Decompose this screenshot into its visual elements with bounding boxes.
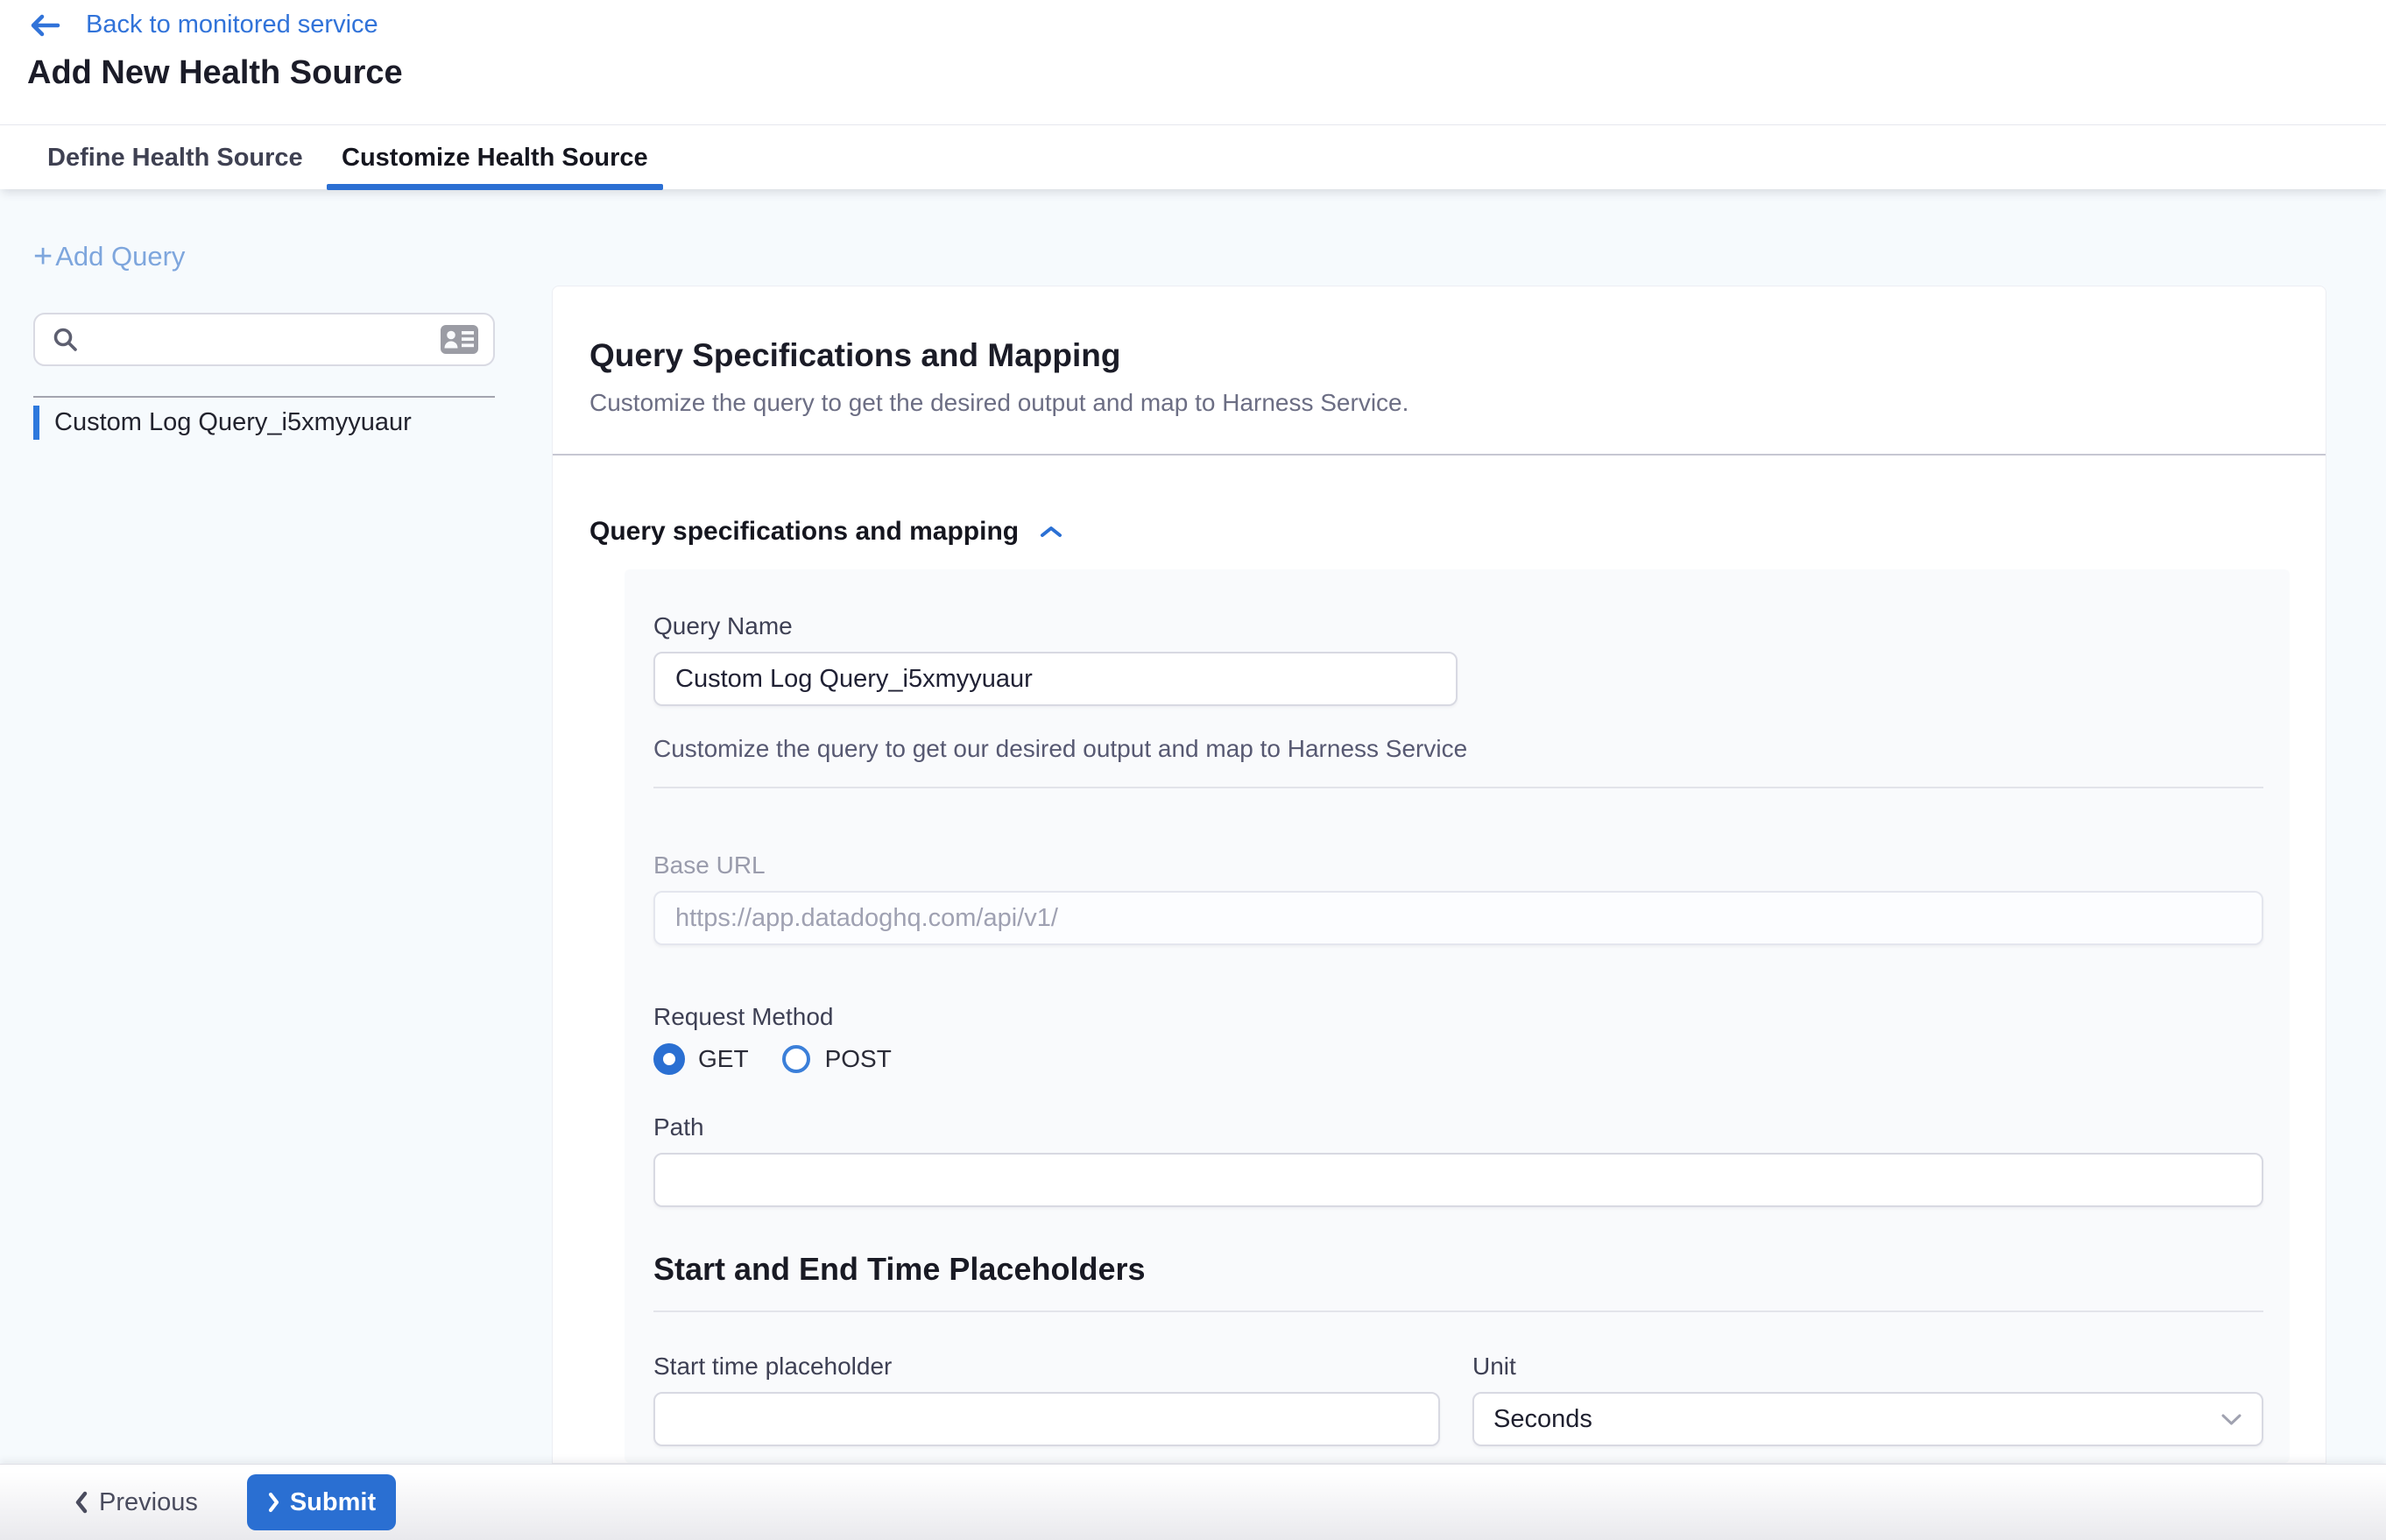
query-item-label: Custom Log Query_i5xmyyuaur: [54, 408, 412, 437]
submit-button[interactable]: Submit: [247, 1474, 396, 1530]
query-sidebar: + Add Query Custom Log Query_i5xmyyuaur: [0, 189, 552, 1464]
back-to-monitored-service-link[interactable]: Back to monitored service: [28, 11, 378, 39]
query-search-box[interactable]: [33, 313, 495, 366]
chevron-left-icon: [74, 1491, 88, 1514]
card-subtitle: Customize the query to get the desired o…: [589, 389, 2287, 417]
path-input[interactable]: [653, 1153, 2263, 1207]
unit-label: Unit: [1472, 1353, 2263, 1381]
footer-action-bar: Previous Submit: [0, 1464, 2386, 1540]
radio-post-label: POST: [825, 1045, 892, 1073]
previous-button[interactable]: Previous: [74, 1488, 198, 1517]
arrow-left-icon: [28, 11, 61, 39]
base-url-input: [653, 891, 2263, 945]
query-list-item[interactable]: Custom Log Query_i5xmyyuaur: [33, 406, 412, 440]
plus-icon: +: [33, 244, 53, 270]
query-name-input[interactable]: [653, 652, 1458, 706]
query-form-panel: Query Name Customize the query to get ou…: [625, 569, 2290, 1463]
request-method-radios: GET POST: [653, 1043, 2262, 1075]
id-card-icon[interactable]: [440, 324, 479, 355]
unit-select[interactable]: Seconds: [1472, 1392, 2263, 1446]
section-header[interactable]: Query specifications and mapping: [589, 517, 2326, 547]
previous-label: Previous: [99, 1488, 198, 1517]
radio-unselected-icon: [782, 1045, 810, 1073]
query-name-help: Customize the query to get our desired o…: [653, 735, 2262, 763]
radio-selected-icon: [653, 1043, 685, 1075]
divider: [653, 787, 2263, 788]
query-search-input[interactable]: [89, 326, 429, 354]
page-header: Back to monitored service Add New Health…: [0, 0, 2386, 124]
tab-bar: Define Health Source Customize Health So…: [0, 124, 2386, 189]
search-icon: [52, 326, 79, 353]
query-mapping-card: Query Specifications and Mapping Customi…: [552, 286, 2326, 1464]
sidebar-divider: [33, 396, 495, 398]
request-method-label: Request Method: [653, 1003, 2262, 1031]
start-time-label: Start time placeholder: [653, 1353, 1440, 1381]
path-label: Path: [653, 1113, 2262, 1141]
placeholders-heading: Start and End Time Placeholders: [653, 1251, 2262, 1288]
add-query-button[interactable]: + Add Query: [33, 241, 185, 272]
chevron-down-icon: [2220, 1413, 2242, 1426]
query-name-label: Query Name: [653, 612, 2262, 640]
chevron-up-icon[interactable]: [1039, 524, 1063, 540]
selected-indicator-bar: [33, 406, 39, 440]
add-query-label: Add Query: [55, 241, 185, 272]
chevron-right-icon: [267, 1492, 280, 1513]
radio-post[interactable]: POST: [780, 1043, 892, 1075]
unit-select-value: Seconds: [1493, 1405, 2220, 1434]
tab-define-health-source[interactable]: Define Health Source: [47, 125, 303, 190]
page-title: Add New Health Source: [27, 54, 403, 92]
submit-label: Submit: [290, 1488, 376, 1517]
base-url-label: Base URL: [653, 851, 2262, 879]
tab-customize-health-source[interactable]: Customize Health Source: [327, 125, 663, 190]
section-title: Query specifications and mapping: [589, 517, 1019, 547]
card-title: Query Specifications and Mapping: [589, 337, 2287, 374]
card-header: Query Specifications and Mapping Customi…: [553, 286, 2326, 456]
radio-get-label: GET: [698, 1045, 749, 1073]
start-time-input[interactable]: [653, 1392, 1440, 1446]
back-link-label: Back to monitored service: [86, 11, 378, 39]
divider: [653, 1310, 2263, 1312]
radio-get[interactable]: GET: [653, 1043, 749, 1075]
